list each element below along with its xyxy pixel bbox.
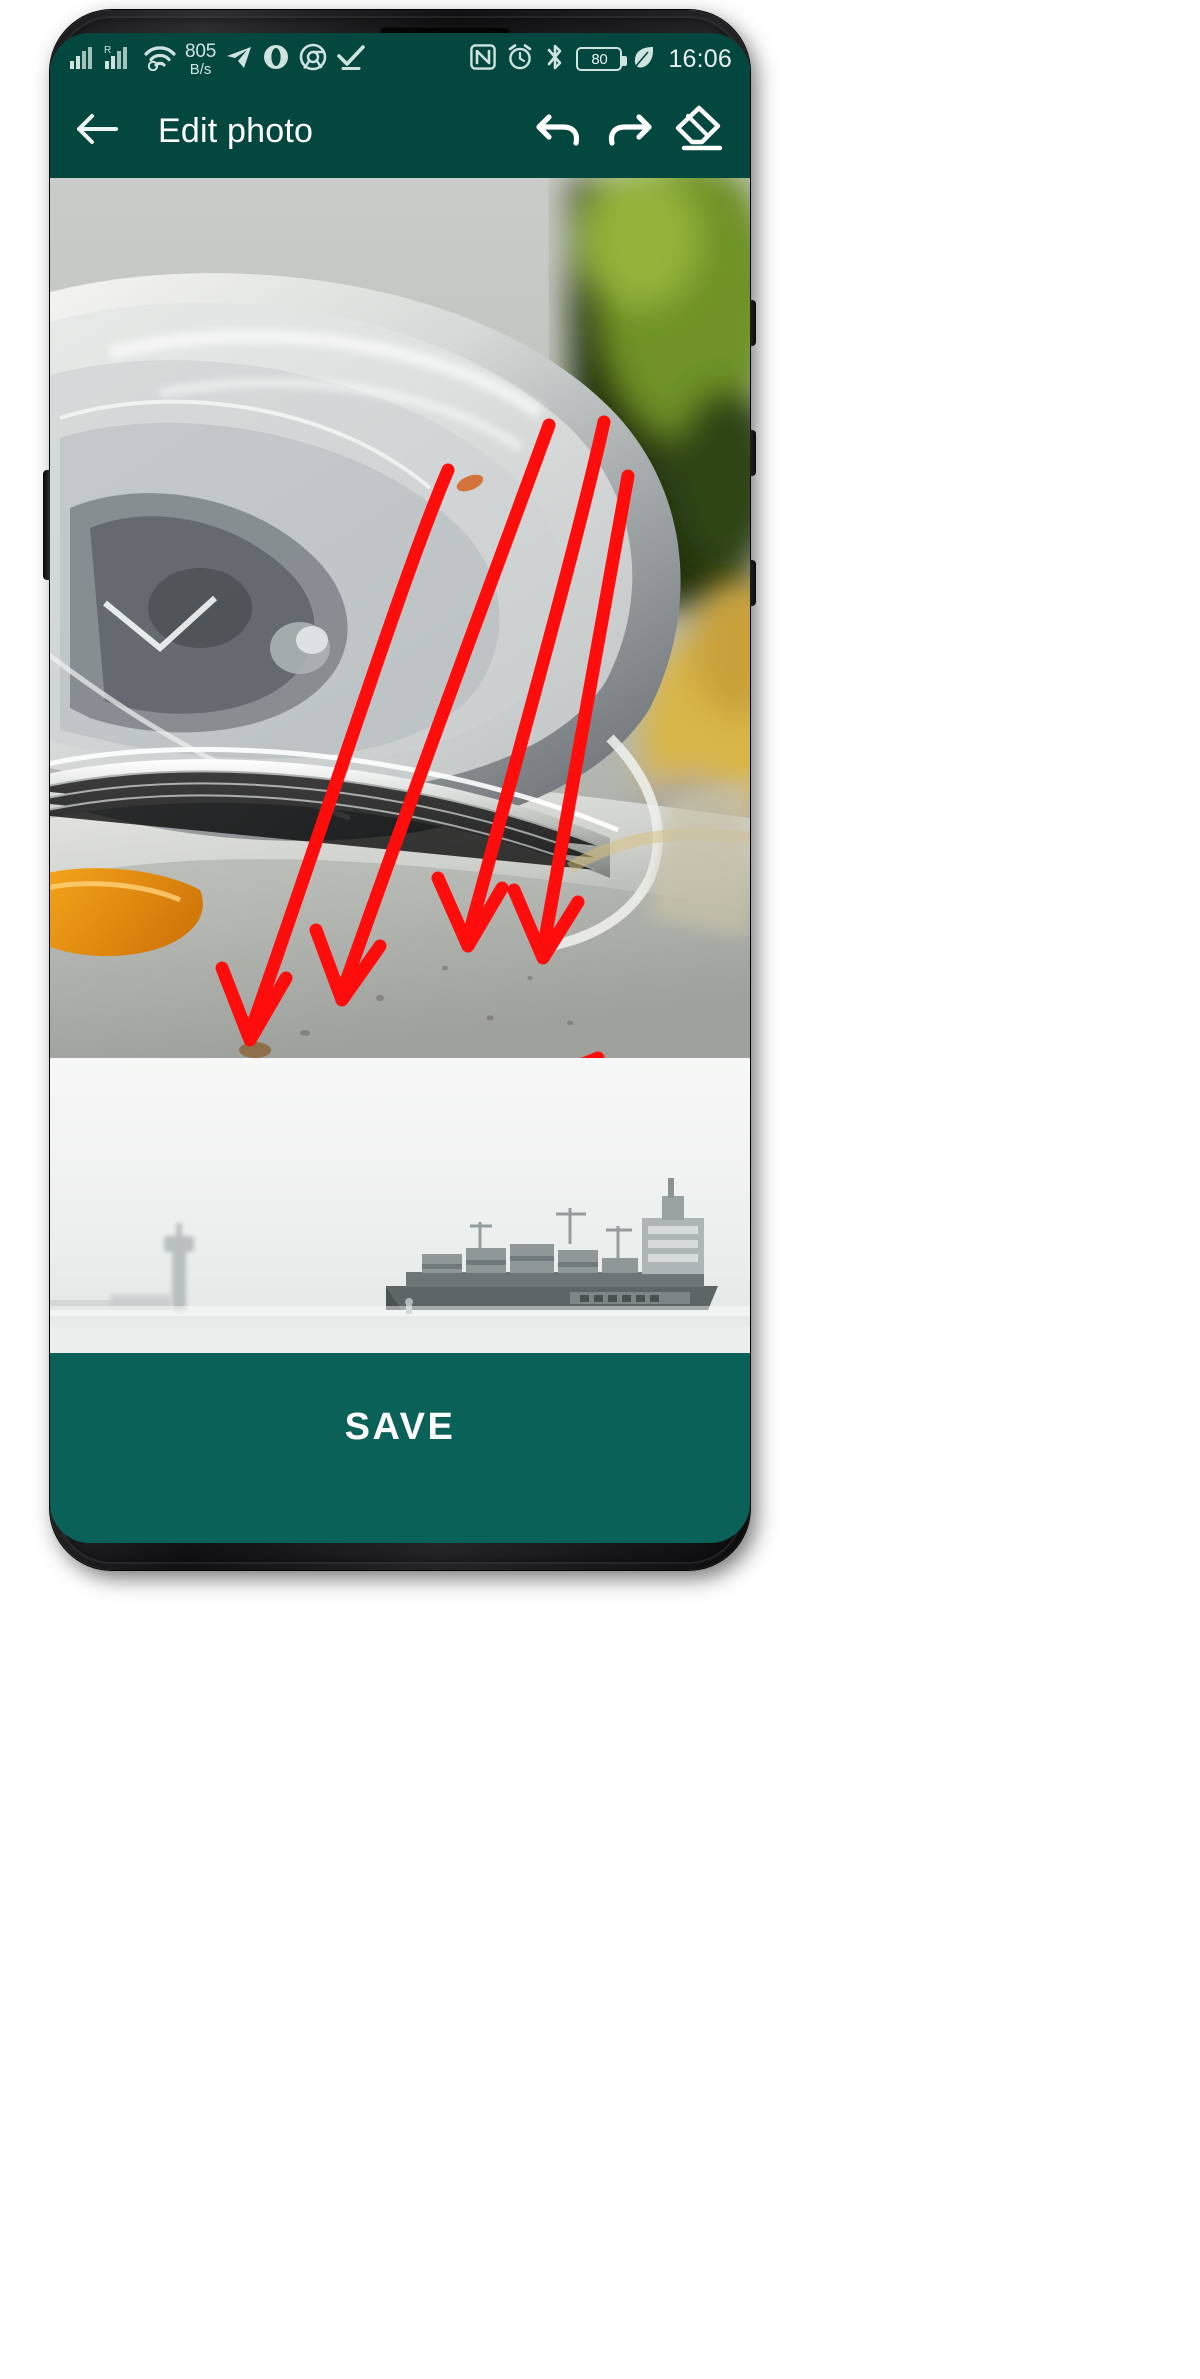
page-title: Edit photo bbox=[158, 112, 314, 150]
signal-bars-icon bbox=[68, 45, 94, 76]
screenshot-root: R 805 B/s 80 16:06 Edit photo SAVE bbox=[0, 0, 1200, 2379]
telegram-icon bbox=[225, 43, 253, 76]
phone-screen: R 805 B/s 80 16:06 Edit photo SAVE bbox=[50, 33, 750, 1543]
network-speed-unit: B/s bbox=[189, 61, 212, 78]
save-bar[interactable]: SAVE bbox=[50, 1353, 750, 1543]
alarm-icon bbox=[506, 43, 534, 76]
svg-text:R: R bbox=[104, 45, 111, 56]
battery-percent: 80 bbox=[591, 50, 608, 68]
wifi-icon bbox=[144, 45, 176, 76]
signal-roaming-icon: R bbox=[103, 43, 135, 76]
red-annotation-layer bbox=[215, 415, 635, 1058]
arrow-left-icon bbox=[74, 110, 120, 153]
save-button-label[interactable]: SAVE bbox=[345, 1406, 456, 1449]
undo-button[interactable] bbox=[524, 100, 594, 164]
nfc-icon bbox=[470, 43, 497, 75]
undo-icon bbox=[533, 105, 585, 158]
app-toolbar: Edit photo bbox=[50, 85, 750, 178]
photo-edit-canvas[interactable] bbox=[50, 178, 750, 1058]
ship-photo bbox=[50, 1058, 750, 1353]
network-speed-value: 805 bbox=[185, 41, 217, 62]
chrome-icon bbox=[299, 43, 327, 76]
checkmark-icon bbox=[336, 43, 366, 76]
opera-icon bbox=[262, 43, 290, 76]
eraser-icon bbox=[672, 104, 726, 159]
clock-time: 16:06 bbox=[668, 44, 732, 73]
back-button[interactable] bbox=[66, 101, 128, 163]
bluetooth-icon bbox=[544, 43, 566, 76]
redo-button[interactable] bbox=[594, 100, 664, 164]
network-speed-indicator: 805 B/s bbox=[185, 42, 216, 77]
second-photo-thumbnail[interactable] bbox=[50, 1058, 750, 1353]
leaf-icon bbox=[632, 44, 656, 75]
status-bar: R 805 B/s 80 16:06 bbox=[50, 33, 750, 85]
battery-indicator: 80 bbox=[576, 47, 628, 71]
eraser-button[interactable] bbox=[664, 100, 734, 164]
redo-icon bbox=[603, 105, 655, 158]
